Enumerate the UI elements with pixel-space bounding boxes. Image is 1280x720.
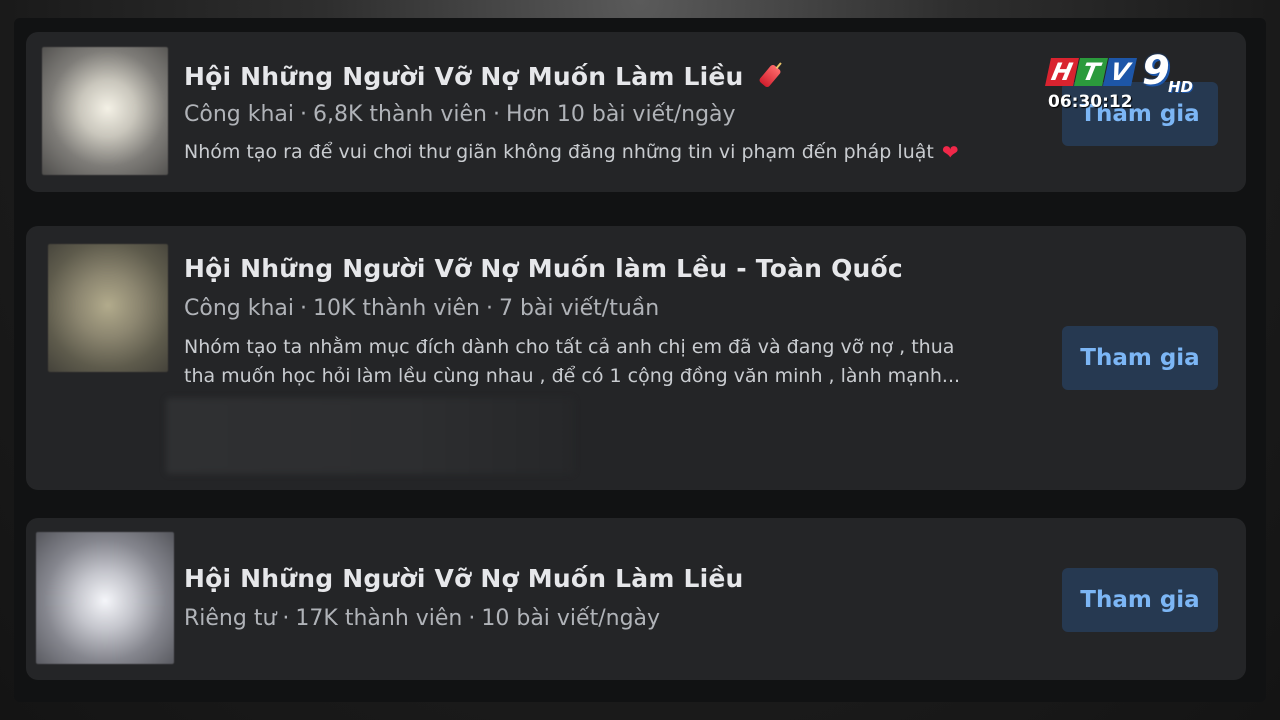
group-meta: Riêng tư · 17K thành viên · 10 bài viết/ngày xyxy=(184,606,660,631)
group-privacy: Riêng tư xyxy=(184,606,277,631)
logo-hd: HD xyxy=(1168,78,1194,96)
separator-dot: · xyxy=(300,102,307,127)
blurred-content xyxy=(166,398,574,474)
group-description-line: Nhóm tạo ra để vui chơi thư giãn không đ… xyxy=(184,141,934,163)
group-card[interactable]: Hội Những Người Vỡ Nợ Muốn Làm Liều Riên… xyxy=(26,518,1246,680)
group-meta: Công khai · 6,8K thành viên · Hơn 10 bài viế… xyxy=(184,102,736,127)
join-button[interactable]: Tham gia xyxy=(1062,326,1218,390)
group-meta: Công khai · 10K thành viên · 7 bài viết/tuần xyxy=(184,296,659,321)
group-privacy: Công khai xyxy=(184,296,294,321)
group-card[interactable]: Hội Những Người Vỡ Nợ Muốn làm Lều - Toà… xyxy=(26,226,1246,490)
firecracker-icon xyxy=(757,63,782,89)
group-description: Nhóm tạo ta nhằm mục đích dành cho tất c… xyxy=(184,333,960,391)
group-title[interactable]: Hội Những Người Vỡ Nợ Muốn Làm Liều xyxy=(184,564,744,593)
group-members: 17K thành viên xyxy=(295,606,463,631)
group-avatar[interactable] xyxy=(48,244,168,372)
group-title[interactable]: Hội Những Người Vỡ Nợ Muốn Làm Liều xyxy=(184,62,782,91)
group-title-text[interactable]: Hội Những Người Vỡ Nợ Muốn Làm Liều xyxy=(184,62,744,91)
group-activity: 10 bài viết/ngày xyxy=(481,606,661,631)
group-description-line: Nhóm tạo ta nhằm mục đích dành cho tất c… xyxy=(184,336,955,358)
group-avatar[interactable] xyxy=(42,47,168,175)
separator-dot: · xyxy=(282,606,290,631)
logo-letter: V xyxy=(1103,58,1137,86)
group-members: 10K thành viên xyxy=(313,296,480,321)
group-activity: Hơn 10 bài viết/ngày xyxy=(505,102,736,127)
separator-dot: · xyxy=(300,296,307,321)
logo-letters: H T V xyxy=(1045,58,1137,86)
group-title[interactable]: Hội Những Người Vỡ Nợ Muốn làm Lều - Toà… xyxy=(184,254,903,283)
separator-dot: · xyxy=(485,296,493,321)
group-avatar[interactable] xyxy=(36,532,174,664)
group-privacy: Công khai xyxy=(184,102,294,127)
logo-number: 9 xyxy=(1142,48,1170,94)
separator-dot: · xyxy=(492,102,500,127)
heart-icon: ❤ xyxy=(941,140,959,164)
group-description-line: tha muốn học hỏi làm lều cùng nhau , để … xyxy=(184,365,961,387)
channel-logo: H T V 9 HD 06:30:12 xyxy=(1045,48,1196,122)
group-members: 6,8K thành viên xyxy=(313,102,487,127)
broadcast-time: 06:30:12 xyxy=(1048,92,1133,112)
group-description: Nhóm tạo ra để vui chơi thư giãn không đ… xyxy=(184,138,959,167)
separator-dot: · xyxy=(468,606,476,631)
group-activity: 7 bài viết/tuần xyxy=(498,296,660,321)
join-button[interactable]: Tham gia xyxy=(1062,568,1218,632)
